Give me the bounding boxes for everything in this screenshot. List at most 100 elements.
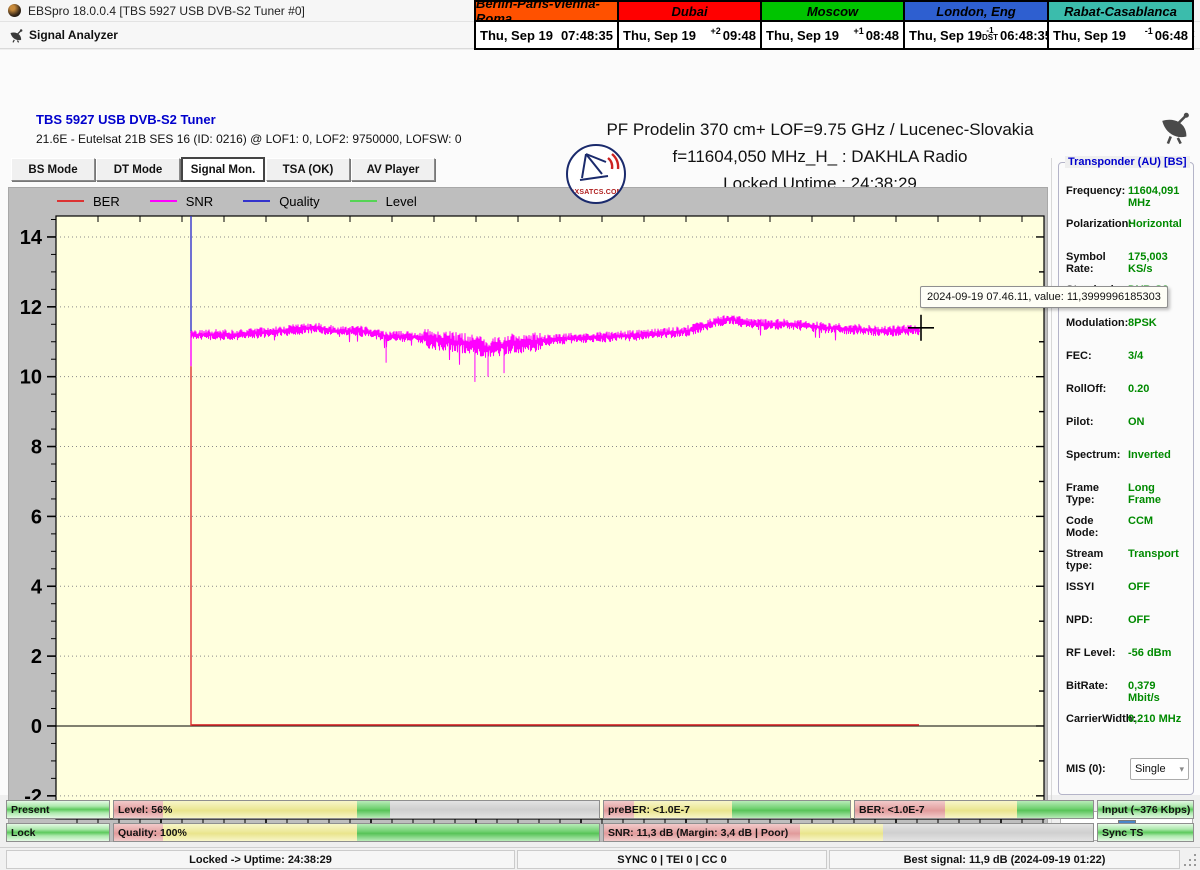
clock-date: Thu, Sep 19 bbox=[480, 28, 561, 43]
clock-hhmm: 07:48:35 bbox=[561, 28, 613, 43]
transponder-row: RF Level:-56 dBm bbox=[1066, 647, 1189, 680]
statusbar-cell-2: Best signal: 11,9 dB (2024-09-19 01:22) bbox=[829, 850, 1180, 869]
tab-dt-mode[interactable]: DT Mode bbox=[96, 158, 180, 181]
tab-signal-mon[interactable]: Signal Mon. bbox=[181, 157, 265, 182]
mis-dropdown[interactable]: Single ▾ bbox=[1130, 758, 1189, 780]
transponder-value: 8PSK bbox=[1128, 317, 1157, 329]
legend-swatch-snr bbox=[150, 200, 177, 202]
svg-text:0: 0 bbox=[31, 716, 42, 738]
transponder-label: Symbol Rate: bbox=[1066, 251, 1128, 275]
transponder-row: Stream type:Transport bbox=[1066, 548, 1189, 581]
transponder-rows: Frequency:11604,091 MHzPolarization:Hori… bbox=[1066, 185, 1189, 746]
transponder-value: 0.20 bbox=[1128, 383, 1149, 395]
transponder-value: CCM bbox=[1128, 515, 1153, 527]
signal-bar-preber: preBER: <1.0E-7 bbox=[603, 800, 851, 819]
bar-segment-green bbox=[357, 824, 600, 841]
transponder-value: Long Frame bbox=[1128, 482, 1189, 506]
clock-time: Thu, Sep 19+108:48 bbox=[762, 22, 903, 48]
transponder-panel-title: Transponder (AU) [BS] bbox=[1065, 156, 1190, 168]
bar-segment-yellow bbox=[800, 824, 883, 841]
transponder-row: CarrierWidth:0,210 MHz bbox=[1066, 713, 1189, 746]
svg-text:8: 8 bbox=[31, 437, 42, 459]
clock-hhmm: 08:48 bbox=[866, 28, 899, 43]
transponder-value: 3/4 bbox=[1128, 350, 1143, 362]
clock-date: Thu, Sep 19 bbox=[1053, 28, 1145, 43]
tuner-subtitle: 21.6E - Eutelsat 21B SES 16 (ID: 0216) @… bbox=[36, 132, 462, 146]
bar-segment-yellow bbox=[945, 801, 1016, 818]
tab-av-player[interactable]: AV Player bbox=[351, 158, 435, 181]
mis-dropdown-value: Single bbox=[1135, 763, 1166, 775]
chart-panel: BERSNRQualityLevel 14121086420-2 bbox=[8, 187, 1048, 842]
signal-bar-input-376-kbps-: Input (~376 Kbps) bbox=[1097, 800, 1194, 819]
mis-label: MIS (0): bbox=[1066, 763, 1128, 775]
transponder-row: FEC:3/4 bbox=[1066, 350, 1189, 383]
transponder-value: ON bbox=[1128, 416, 1145, 428]
transponder-row: ISSYIOFF bbox=[1066, 581, 1189, 614]
svg-text:10: 10 bbox=[20, 367, 42, 389]
bar-segment-green bbox=[357, 801, 391, 818]
transponder-value: 0,379 Mbit/s bbox=[1128, 680, 1189, 704]
menu-signal-analyzer[interactable]: Signal Analyzer bbox=[29, 28, 118, 42]
bar-label: Sync TS bbox=[1102, 824, 1143, 841]
statusbar: Locked -> Uptime: 24:38:29SYNC 0 | TEI 0… bbox=[0, 847, 1200, 870]
clock-hhmm: 09:48 bbox=[723, 28, 756, 43]
transponder-row: Frame Type:Long Frame bbox=[1066, 482, 1189, 515]
transponder-value: Transport bbox=[1128, 548, 1179, 560]
signal-bar-snr: SNR: 11,3 dB (Margin: 3,4 dB | Poor) bbox=[603, 823, 1094, 842]
clock-time: Thu, Sep 1907:48:35 bbox=[476, 22, 617, 48]
transponder-label: CarrierWidth: bbox=[1066, 713, 1128, 725]
clock-city-label: Dubai bbox=[619, 2, 760, 22]
legend-label-ber: BER bbox=[93, 194, 120, 209]
clock-city-label: Berlin-Paris-Vienna-Roma bbox=[476, 2, 617, 22]
tab-tsa-ok[interactable]: TSA (OK) bbox=[266, 158, 350, 181]
signal-bar-level: Level: 56% bbox=[113, 800, 600, 819]
signal-chart[interactable]: 14121086420-2 bbox=[9, 210, 1047, 840]
tab-bs-mode[interactable]: BS Mode bbox=[11, 158, 95, 181]
bar-label: preBER: <1.0E-7 bbox=[608, 801, 690, 818]
clock-cell: DubaiThu, Sep 19+209:48 bbox=[619, 2, 762, 48]
transponder-row: Modulation:8PSK bbox=[1066, 317, 1189, 350]
bar-segments bbox=[114, 801, 599, 818]
bar-segment-yellow bbox=[163, 824, 357, 841]
transponder-label: ISSYI bbox=[1066, 581, 1128, 593]
transponder-row: Spectrum:Inverted bbox=[1066, 449, 1189, 482]
svg-text:4: 4 bbox=[31, 576, 43, 598]
clock-date: Thu, Sep 19 bbox=[909, 28, 982, 43]
clock-cell: London, EngThu, Sep 19-1DST06:48:35 bbox=[905, 2, 1049, 48]
transponder-row: BitRate:0,379 Mbit/s bbox=[1066, 680, 1189, 713]
panel-divider bbox=[1051, 158, 1052, 842]
bar-segment-gray bbox=[883, 824, 1093, 841]
transponder-label: RF Level: bbox=[1066, 647, 1128, 659]
transponder-label: Code Mode: bbox=[1066, 515, 1128, 539]
clock-dst-offset: -1DST bbox=[982, 27, 998, 41]
app-logo-icon bbox=[8, 4, 21, 17]
legend-label-quality: Quality bbox=[279, 194, 319, 209]
clock-time: Thu, Sep 19+209:48 bbox=[619, 22, 760, 48]
transponder-label: Stream type: bbox=[1066, 548, 1128, 572]
transponder-label: RollOff: bbox=[1066, 383, 1128, 395]
status-bar-row-1: PresentLevel: 56% preBER: <1.0E-7 BER: <1.… bbox=[0, 800, 1200, 819]
legend-swatch-level bbox=[350, 200, 377, 202]
transponder-value: 175,003 KS/s bbox=[1128, 251, 1189, 275]
content-area: TBS 5927 USB DVB-S2 Tuner 21.6E - Eutels… bbox=[0, 50, 1200, 795]
transponder-value: OFF bbox=[1128, 581, 1150, 593]
transponder-value: Inverted bbox=[1128, 449, 1171, 461]
resize-grip-icon[interactable] bbox=[1184, 854, 1198, 868]
clock-hhmm: 06:48:35 bbox=[1000, 28, 1052, 43]
signal-bar-present: Present bbox=[6, 800, 110, 819]
legend-swatch-quality bbox=[243, 200, 270, 202]
bar-label: Lock bbox=[11, 824, 36, 841]
transponder-value: Horizontal bbox=[1128, 218, 1182, 230]
bar-label: BER: <1.0E-7 bbox=[859, 801, 925, 818]
transponder-label: Frame Type: bbox=[1066, 482, 1128, 506]
clock-time: Thu, Sep 19-1DST06:48:35 bbox=[905, 22, 1047, 48]
transponder-label: Polarization: bbox=[1066, 218, 1128, 230]
station-line1: PF Prodelin 370 cm+ LOF=9.75 GHz / Lucen… bbox=[520, 116, 1120, 143]
dxsatcs-logo: DXSATCS.COM bbox=[566, 144, 626, 204]
window-title: EBSpro 18.0.0.4 [TBS 5927 USB DVB-S2 Tun… bbox=[28, 4, 305, 18]
transponder-label: Frequency: bbox=[1066, 185, 1128, 197]
bar-label: Quality: 100% bbox=[118, 824, 187, 841]
mode-tabs: BS ModeDT ModeSignal Mon.TSA (OK)AV Play… bbox=[11, 158, 436, 182]
transponder-label: Pilot: bbox=[1066, 416, 1128, 428]
transponder-label: Spectrum: bbox=[1066, 449, 1128, 461]
